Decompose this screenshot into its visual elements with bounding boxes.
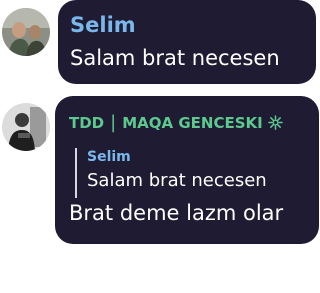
message-text: Brat deme lazm olar xyxy=(69,201,284,225)
sender-name[interactable]: Selim xyxy=(70,12,136,38)
sender-header: TDD | MAQA GENCESKI xyxy=(69,112,283,133)
reply-sender-name: Selim xyxy=(87,149,131,165)
sender-name[interactable]: TDD xyxy=(69,113,104,133)
message-text: Salam brat necesen xyxy=(70,46,280,70)
separator: | xyxy=(110,111,117,133)
reply-quote[interactable]: Selim Salam brat necesen xyxy=(75,148,267,198)
sender-avatar[interactable] xyxy=(2,8,50,56)
message-bubble[interactable]: TDD | MAQA GENCESKI Selim Salam brat neces… xyxy=(55,96,319,244)
profile-photo-icon xyxy=(2,103,50,151)
message-bubble[interactable]: Selim Salam brat necesen xyxy=(58,0,316,84)
sender-avatar[interactable] xyxy=(2,103,50,151)
reply-text: Salam brat necesen xyxy=(87,170,267,191)
profile-photo-icon xyxy=(2,8,50,56)
star-badge-icon xyxy=(267,115,283,130)
sender-tag[interactable]: MAQA GENCESKI xyxy=(122,113,263,133)
